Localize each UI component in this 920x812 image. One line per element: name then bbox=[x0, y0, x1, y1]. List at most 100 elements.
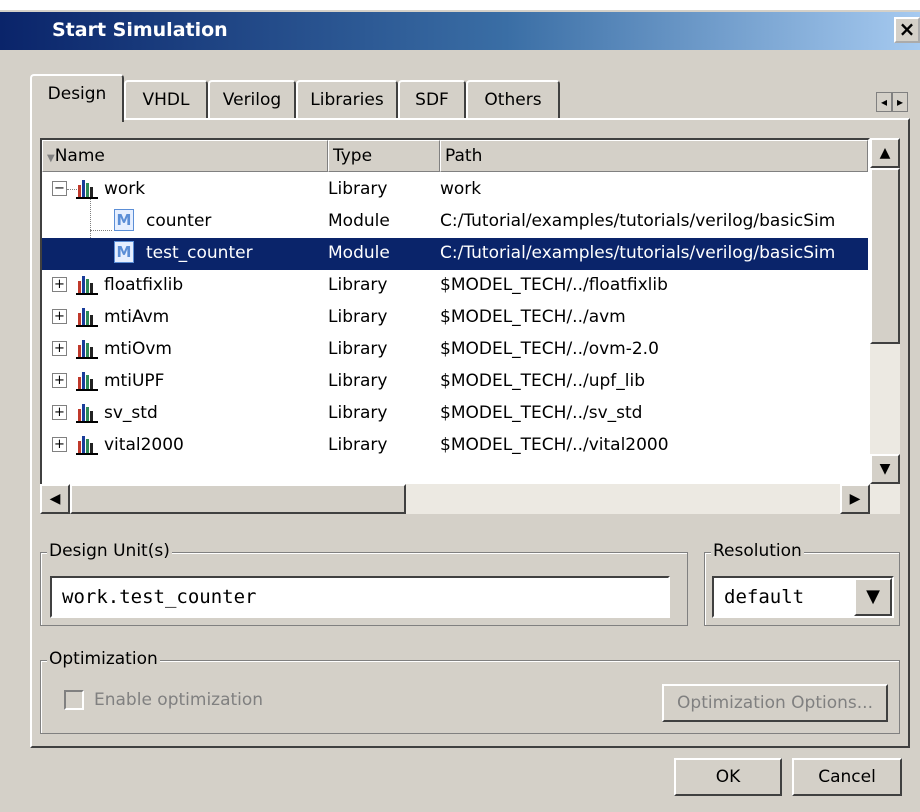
row-type: Library bbox=[328, 179, 388, 199]
expand-icon[interactable]: + bbox=[52, 309, 67, 324]
header-label: Type bbox=[333, 146, 373, 166]
library-icon bbox=[76, 276, 98, 295]
tab-sdf[interactable]: SDF bbox=[398, 80, 466, 120]
row-path: work bbox=[440, 179, 482, 199]
tab-label: Others bbox=[484, 90, 542, 110]
library-icon bbox=[76, 372, 98, 391]
tree-row[interactable]: − work Library work bbox=[42, 174, 868, 206]
column-header-name[interactable]: ▼Name bbox=[42, 140, 328, 172]
window-title: Start Simulation bbox=[52, 19, 228, 41]
row-name: floatfixlib bbox=[104, 275, 184, 295]
design-units-label: Design Unit(s) bbox=[47, 541, 172, 561]
row-type: Module bbox=[328, 211, 390, 231]
expand-icon[interactable]: + bbox=[52, 437, 67, 452]
module-icon: M bbox=[114, 209, 134, 231]
row-type: Library bbox=[328, 403, 388, 423]
row-name: test_counter bbox=[146, 243, 253, 263]
chevron-right-icon[interactable]: ▸ bbox=[892, 92, 908, 112]
row-name: counter bbox=[146, 211, 212, 231]
tree-row[interactable]: + sv_std Library $MODEL_TECH/../sv_std bbox=[42, 398, 868, 430]
button-label: Cancel bbox=[818, 767, 876, 787]
resolution-select[interactable]: default ▼ bbox=[712, 576, 894, 618]
horizontal-scrollbar[interactable]: ◀ ▶ bbox=[40, 484, 870, 514]
tree-row[interactable]: + mtiUPF Library $MODEL_TECH/../upf_lib bbox=[42, 366, 868, 398]
tree-row[interactable]: + floatfixlib Library $MODEL_TECH/../flo… bbox=[42, 270, 868, 302]
sort-arrow-icon: ▼ bbox=[47, 153, 55, 164]
background-strip bbox=[0, 0, 920, 10]
row-path: $MODEL_TECH/../upf_lib bbox=[440, 371, 645, 391]
tab-libraries[interactable]: Libraries bbox=[296, 80, 398, 120]
scroll-thumb[interactable] bbox=[70, 484, 406, 514]
header-label: Name bbox=[54, 146, 105, 166]
row-path: C:/Tutorial/examples/tutorials/verilog/b… bbox=[440, 243, 836, 263]
optimization-label: Optimization bbox=[47, 649, 160, 669]
row-type: Module bbox=[328, 243, 390, 263]
collapse-icon[interactable]: − bbox=[52, 181, 67, 196]
tab-verilog[interactable]: Verilog bbox=[208, 80, 296, 120]
row-name: mtiAvm bbox=[104, 307, 170, 327]
row-path: $MODEL_TECH/../avm bbox=[440, 307, 626, 327]
row-name: vital2000 bbox=[104, 435, 184, 455]
title-bar: Start Simulation × bbox=[0, 12, 920, 50]
tree-row[interactable]: + mtiOvm Library $MODEL_TECH/../ovm-2.0 bbox=[42, 334, 868, 366]
row-name: sv_std bbox=[104, 403, 158, 423]
enable-optimization-label: Enable optimization bbox=[94, 690, 264, 710]
row-name: mtiOvm bbox=[104, 339, 172, 359]
resolution-value: default bbox=[724, 586, 805, 608]
row-path: $MODEL_TECH/../vital2000 bbox=[440, 435, 669, 455]
scroll-right-button[interactable]: ▶ bbox=[840, 484, 870, 514]
library-icon bbox=[76, 340, 98, 359]
tab-scroll-buttons[interactable]: ◂ ▸ bbox=[876, 92, 908, 112]
button-label: OK bbox=[715, 767, 741, 787]
scroll-up-button[interactable]: ▲ bbox=[870, 138, 900, 168]
scroll-thumb[interactable] bbox=[870, 168, 900, 344]
library-icon bbox=[76, 436, 98, 455]
expand-icon[interactable]: + bbox=[52, 277, 67, 292]
tab-others[interactable]: Others bbox=[466, 80, 560, 120]
header-label: Path bbox=[445, 146, 483, 166]
column-header-path[interactable]: Path bbox=[440, 140, 868, 172]
tree-row[interactable]: M counter Module C:/Tutorial/examples/tu… bbox=[42, 206, 868, 238]
library-icon bbox=[76, 180, 98, 199]
resolution-label: Resolution bbox=[711, 541, 804, 561]
row-type: Library bbox=[328, 275, 388, 295]
close-icon: × bbox=[898, 17, 916, 41]
expand-icon[interactable]: + bbox=[52, 405, 67, 420]
design-tree: ▼Name Type Path − work Library work M co… bbox=[40, 138, 870, 514]
row-path: $MODEL_TECH/../floatfixlib bbox=[440, 275, 668, 295]
expand-icon[interactable]: + bbox=[52, 341, 67, 356]
tab-label: Verilog bbox=[222, 90, 282, 110]
tab-design[interactable]: Design bbox=[30, 74, 124, 122]
library-icon bbox=[76, 404, 98, 423]
tab-label: Libraries bbox=[310, 90, 384, 110]
design-units-input[interactable]: work.test_counter bbox=[50, 576, 670, 618]
module-icon: M bbox=[114, 241, 134, 263]
row-path: C:/Tutorial/examples/tutorials/verilog/b… bbox=[440, 211, 836, 231]
ok-button[interactable]: OK bbox=[674, 758, 782, 796]
row-path: $MODEL_TECH/../sv_std bbox=[440, 403, 643, 423]
chevron-down-icon[interactable]: ▼ bbox=[854, 578, 892, 616]
close-button[interactable]: × bbox=[894, 17, 920, 43]
tab-label: Design bbox=[47, 84, 107, 104]
library-icon bbox=[76, 308, 98, 327]
optimization-options-button[interactable]: Optimization Options... bbox=[662, 684, 888, 722]
row-type: Library bbox=[328, 307, 388, 327]
tree-row[interactable]: + mtiAvm Library $MODEL_TECH/../avm bbox=[42, 302, 868, 334]
scroll-down-button[interactable]: ▼ bbox=[870, 454, 900, 484]
column-header-type[interactable]: Type bbox=[328, 140, 440, 172]
tab-vhdl[interactable]: VHDL bbox=[124, 80, 208, 120]
row-type: Library bbox=[328, 435, 388, 455]
design-units-value: work.test_counter bbox=[62, 586, 257, 608]
cancel-button[interactable]: Cancel bbox=[792, 758, 902, 796]
scroll-left-button[interactable]: ◀ bbox=[40, 484, 70, 514]
expand-icon[interactable]: + bbox=[52, 373, 67, 388]
tree-row-selected[interactable]: M test_counter Module C:/Tutorial/exampl… bbox=[42, 238, 868, 270]
tree-row[interactable]: + vital2000 Library $MODEL_TECH/../vital… bbox=[42, 430, 868, 462]
chevron-left-icon[interactable]: ◂ bbox=[876, 92, 892, 112]
tab-label: VHDL bbox=[142, 90, 190, 110]
row-path: $MODEL_TECH/../ovm-2.0 bbox=[440, 339, 659, 359]
row-name: mtiUPF bbox=[104, 371, 165, 391]
vertical-scrollbar[interactable]: ▲ ▼ bbox=[870, 138, 900, 514]
row-type: Library bbox=[328, 339, 388, 359]
enable-optimization-checkbox[interactable] bbox=[64, 690, 84, 710]
